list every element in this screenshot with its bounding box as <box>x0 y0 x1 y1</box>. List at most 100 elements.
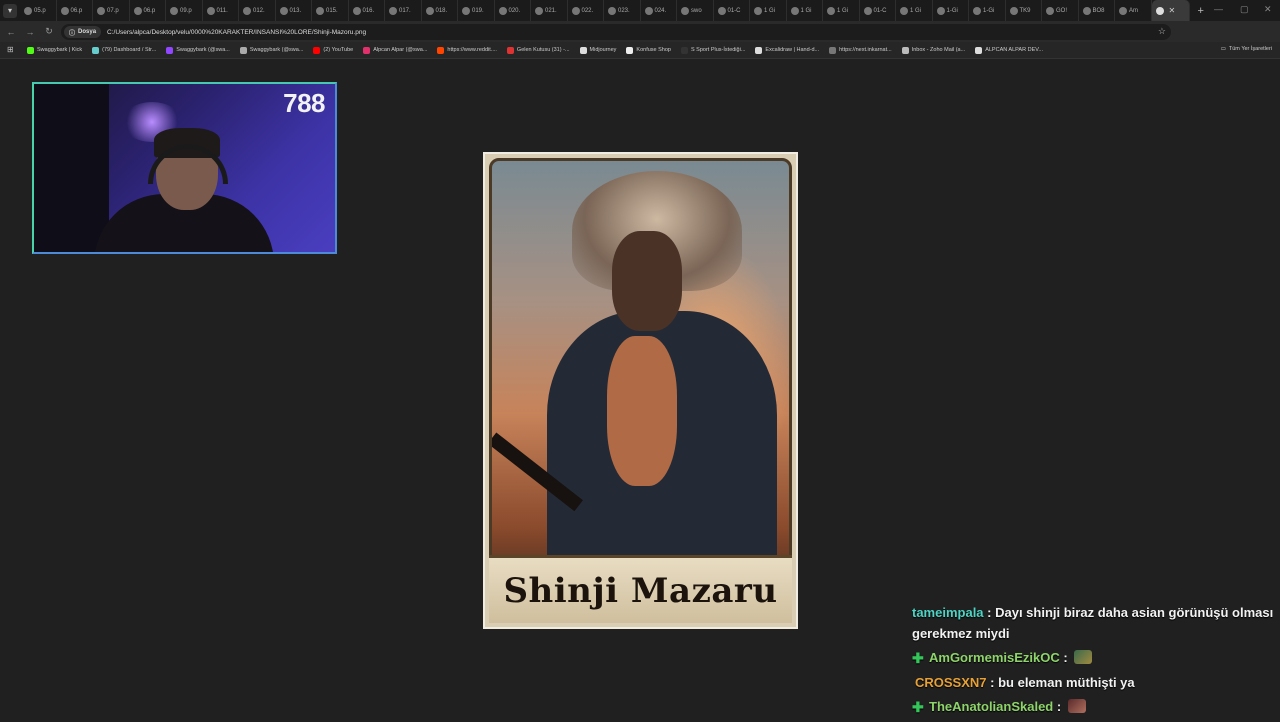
browser-tab[interactable]: 015. <box>312 0 349 21</box>
bookmark-item[interactable]: Gelen Kutusu (31) -... <box>506 46 570 54</box>
browser-tab[interactable]: 06.p <box>130 0 166 21</box>
browser-tab[interactable]: Am <box>1115 0 1152 21</box>
address-bar[interactable]: ⓘ Dosya C:/Users/alpca/Desktop/velu/0000… <box>61 24 1171 40</box>
bookmark-item[interactable]: Excalidraw | Hand-d... <box>755 46 819 54</box>
card-artwork <box>489 158 792 623</box>
browser-tab[interactable]: 013. <box>276 0 312 21</box>
bookmark-item[interactable]: Konfuse Shop <box>626 46 671 54</box>
bookmark-item[interactable]: ALPCAN ALPAR DEV... <box>975 46 1043 54</box>
browser-tab[interactable]: 017. <box>385 0 422 21</box>
tab-favicon-icon <box>535 6 543 15</box>
browser-tab[interactable]: 1 Gi <box>823 0 860 21</box>
tab-favicon-icon <box>900 6 908 15</box>
browser-tab[interactable]: 01-C <box>714 0 750 21</box>
browser-tab[interactable]: 012. <box>239 0 276 21</box>
browser-tab[interactable]: 019. <box>458 0 495 21</box>
tab-label: 022. <box>581 7 594 14</box>
browser-tab[interactable]: 024. <box>641 0 677 21</box>
tab-label: 011. <box>216 7 228 14</box>
chat-username: AmGormemisEzikOC <box>929 650 1060 665</box>
active-browser-tab[interactable]: ✕ <box>1151 0 1190 21</box>
tab-label: 021. <box>545 7 557 14</box>
bookmark-item[interactable]: Inbox - Zoho Mail (a... <box>901 46 965 54</box>
file-chip[interactable]: ⓘ Dosya <box>64 26 102 38</box>
browser-tab[interactable]: 1 Gi <box>896 0 933 21</box>
tab-favicon-icon <box>1046 6 1054 15</box>
browser-tab[interactable]: 016. <box>349 0 385 21</box>
tab-favicon-icon <box>170 6 178 15</box>
bookmark-star-icon[interactable]: ☆ <box>1158 26 1166 37</box>
browser-tab[interactable]: 021. <box>531 0 568 21</box>
bookmark-item[interactable]: Midjourney <box>579 46 617 54</box>
tab-close-icon[interactable]: ✕ <box>1169 6 1176 15</box>
bookmark-label: (2) YouTube <box>323 47 354 53</box>
minimize-icon[interactable]: — <box>1214 4 1223 14</box>
browser-tab[interactable]: 1 Gi <box>787 0 823 21</box>
tab-favicon-icon <box>571 6 580 15</box>
tab-label: 015. <box>326 7 338 14</box>
webcam-overlay: 788 <box>32 82 337 254</box>
browser-tab[interactable]: 01-C <box>860 0 896 21</box>
browser-tab[interactable]: 05.p <box>20 0 57 21</box>
bookmark-item[interactable]: (79) Dashboard / Str... <box>92 46 156 54</box>
back-icon[interactable]: ← <box>3 27 19 37</box>
bookmark-item[interactable]: https://www.reddit.... <box>437 46 497 54</box>
reload-icon[interactable]: ↻ <box>41 26 57 37</box>
apps-grid-icon[interactable]: ⊞ <box>7 45 17 55</box>
bookmark-label: https://www.reddit.... <box>447 47 497 53</box>
bookmark-item[interactable]: Swaggybark | Kick <box>27 46 82 54</box>
bookmark-favicon-icon <box>166 46 174 54</box>
chat-username: CROSSXN7 <box>915 674 987 690</box>
browser-tab[interactable]: TK9 <box>1006 0 1042 21</box>
bookmarks-bar: ⊞ Swaggybark | Kick (79) Dashboard / Str.… <box>0 42 1280 59</box>
tab-favicon-icon <box>827 6 835 15</box>
bookmark-favicon-icon <box>239 46 247 54</box>
browser-tab[interactable]: BO8 <box>1079 0 1115 21</box>
browser-tab[interactable]: 1-Gi <box>969 0 1006 21</box>
tab-label: swo <box>691 7 702 14</box>
browser-tab[interactable]: swo <box>677 0 714 21</box>
browser-tab[interactable]: 020. <box>495 0 531 21</box>
tab-favicon-icon <box>206 6 215 15</box>
browser-tab[interactable]: 023. <box>604 0 641 21</box>
browser-tab[interactable]: 1-Gi <box>933 0 969 21</box>
browser-tab[interactable]: 018. <box>422 0 458 21</box>
new-tab-button[interactable]: + <box>1198 5 1204 17</box>
url-text[interactable]: C:/Users/alpca/Desktop/velu/0000%20KARAK… <box>107 29 366 36</box>
bookmark-item[interactable]: (2) YouTube <box>313 46 354 54</box>
chat-message: ✚ TheAnatolianSkaled : <box>912 697 1274 718</box>
bookmark-item[interactable]: S Sport Plus-İstediği... <box>680 46 745 54</box>
tab-favicon-icon <box>608 6 616 15</box>
tab-favicon-icon <box>973 6 981 15</box>
bookmark-item[interactable]: Swaggybark (@swa... <box>239 46 303 54</box>
emote-icon <box>1074 650 1093 664</box>
tab-search-button[interactable]: ▾ <box>3 3 17 18</box>
info-icon: ⓘ <box>69 30 76 37</box>
browser-tab[interactable]: 07.p <box>93 0 130 21</box>
tab-label: BO8 <box>1092 7 1105 14</box>
maximize-icon[interactable]: ▢ <box>1240 4 1249 15</box>
tab-favicon-icon <box>936 6 945 15</box>
bookmark-label: Konfuse Shop <box>636 47 671 53</box>
bookmark-item[interactable]: https://next.inkarnat... <box>829 46 892 54</box>
forward-icon[interactable]: → <box>22 27 38 37</box>
browser-tab[interactable]: 022. <box>568 0 604 21</box>
browser-tab[interactable]: 1 Gi <box>750 0 787 21</box>
bookmark-label: Midjourney <box>589 47 617 53</box>
art-chest <box>607 336 677 486</box>
bookmark-item[interactable]: Swaggybark (@swa... <box>166 46 230 54</box>
bookmark-list: Swaggybark | Kick (79) Dashboard / Str...… <box>17 46 1043 54</box>
bookmark-item[interactable]: Alpcan Alpar (@swa... <box>363 46 427 54</box>
chat-message: CROSSXN7 : bu eleman müthişti ya <box>915 674 1135 690</box>
chat-username: TheAnatolianSkaled <box>929 699 1054 714</box>
character-name: Shinji Mazaru <box>503 570 778 611</box>
browser-tab[interactable]: 011. <box>203 0 239 21</box>
all-bookmarks-button[interactable]: ▭ Tüm Yer İşaretleri <box>1221 46 1272 52</box>
browser-tab[interactable]: 09.p <box>166 0 203 21</box>
browser-tab[interactable]: 06.p <box>57 0 93 21</box>
chat-message: ✚ AmGormemisEzikOC : <box>912 648 1274 669</box>
bookmark-favicon-icon <box>27 46 34 54</box>
browser-tab[interactable]: GO! <box>1042 0 1079 21</box>
tab-favicon-icon <box>316 6 324 15</box>
close-window-icon[interactable]: ✕ <box>1264 4 1272 15</box>
